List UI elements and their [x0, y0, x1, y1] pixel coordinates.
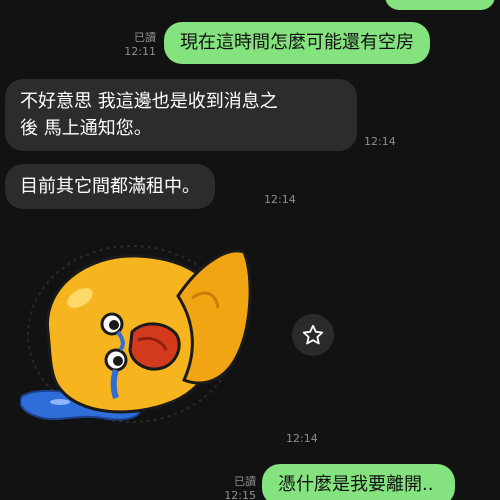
incoming-message-bubble[interactable]: 不好意思 我這邊也是收到消息之 後 馬上通知您。	[5, 79, 357, 151]
message-meta: 已讀 12:11	[118, 31, 156, 59]
message-time: 12:15	[224, 489, 256, 500]
message-time: 12:14	[264, 193, 296, 206]
outgoing-message-bubble[interactable]: 現在這時間怎麼可能還有空房	[164, 22, 430, 64]
incoming-message-bubble[interactable]: 目前其它間都滿租中。	[5, 164, 215, 209]
message-text: 現在這時間怎麼可能還有空房	[180, 32, 414, 53]
read-receipt: 已讀	[234, 475, 256, 488]
message-meta: 已讀 12:15	[218, 475, 256, 500]
message-text: 目前其它間都滿租中。	[20, 176, 200, 197]
message-text-line: 不好意思 我這邊也是收到消息之	[20, 91, 278, 112]
chat-screen: 已讀 12:11 現在這時間怎麼可能還有空房 不好意思 我這邊也是收到消息之 後…	[0, 0, 500, 500]
star-outline-icon	[302, 324, 324, 345]
message-text-line: 後 馬上通知您。	[20, 118, 152, 139]
message-time: 12:14	[286, 432, 318, 445]
outgoing-message-bubble[interactable]: 憑什麼是我要離開..	[262, 464, 456, 500]
crying-yellow-chick-sticker[interactable]	[19, 236, 260, 436]
message-text: 憑什麼是我要離開..	[278, 474, 434, 495]
previous-outgoing-bubble	[385, 0, 495, 10]
message-time: 12:14	[364, 135, 396, 148]
favorite-sticker-button[interactable]	[292, 314, 334, 356]
message-time: 12:11	[124, 45, 156, 58]
read-receipt: 已讀	[134, 31, 156, 44]
